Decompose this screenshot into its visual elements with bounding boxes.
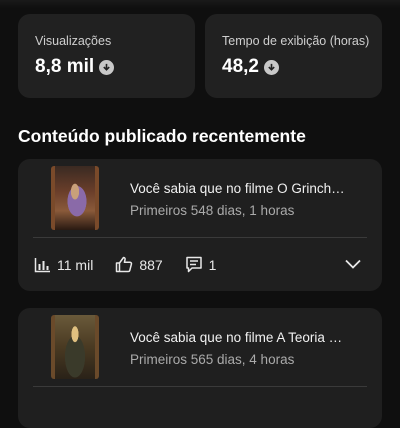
watch-time-value-row: 48,2 — [222, 56, 382, 78]
video-thumbnail[interactable] — [51, 166, 99, 230]
likes-metric: 887 — [115, 256, 163, 273]
divider — [33, 386, 367, 387]
comment-icon — [185, 256, 202, 273]
watch-time-value: 48,2 — [222, 56, 259, 77]
views-label: Visualizações — [35, 34, 112, 48]
video-card[interactable]: Você sabia que no filme A Teoria … Prime… — [18, 308, 382, 428]
video-title[interactable]: Você sabia que no filme A Teoria … — [130, 330, 370, 345]
bar-chart-icon — [34, 257, 50, 272]
video-metrics: 11 mil 887 1 — [34, 256, 238, 273]
section-title: Conteúdo publicado recentemente — [18, 126, 306, 146]
video-meta: Primeiros 565 dias, 4 horas — [130, 352, 295, 367]
views-stat-card[interactable]: Visualizações 8,8 mil — [18, 14, 195, 98]
down-arrow-icon — [263, 59, 279, 75]
views-count: 11 mil — [57, 256, 94, 273]
likes-count: 887 — [139, 256, 163, 273]
divider — [33, 237, 367, 238]
comments-metric: 1 — [185, 256, 217, 273]
watch-time-label: Tempo de exibição (horas) — [222, 34, 370, 48]
video-title[interactable]: Você sabia que no filme O Grinch… — [130, 181, 370, 196]
video-meta: Primeiros 548 dias, 1 horas — [130, 203, 295, 218]
chevron-down-icon[interactable] — [344, 257, 362, 271]
video-card[interactable]: Você sabia que no filme O Grinch… Primei… — [18, 159, 382, 291]
comments-count: 1 — [208, 256, 217, 273]
thumbs-up-icon — [116, 256, 133, 273]
watch-time-stat-card[interactable]: Tempo de exibição (horas) 48,2 — [205, 14, 382, 98]
video-thumbnail[interactable] — [51, 315, 99, 379]
views-value: 8,8 mil — [35, 56, 95, 77]
views-value-row: 8,8 mil — [35, 56, 195, 78]
down-arrow-icon — [99, 59, 115, 75]
top-fade — [0, 0, 400, 8]
views-metric: 11 mil — [34, 257, 93, 273]
